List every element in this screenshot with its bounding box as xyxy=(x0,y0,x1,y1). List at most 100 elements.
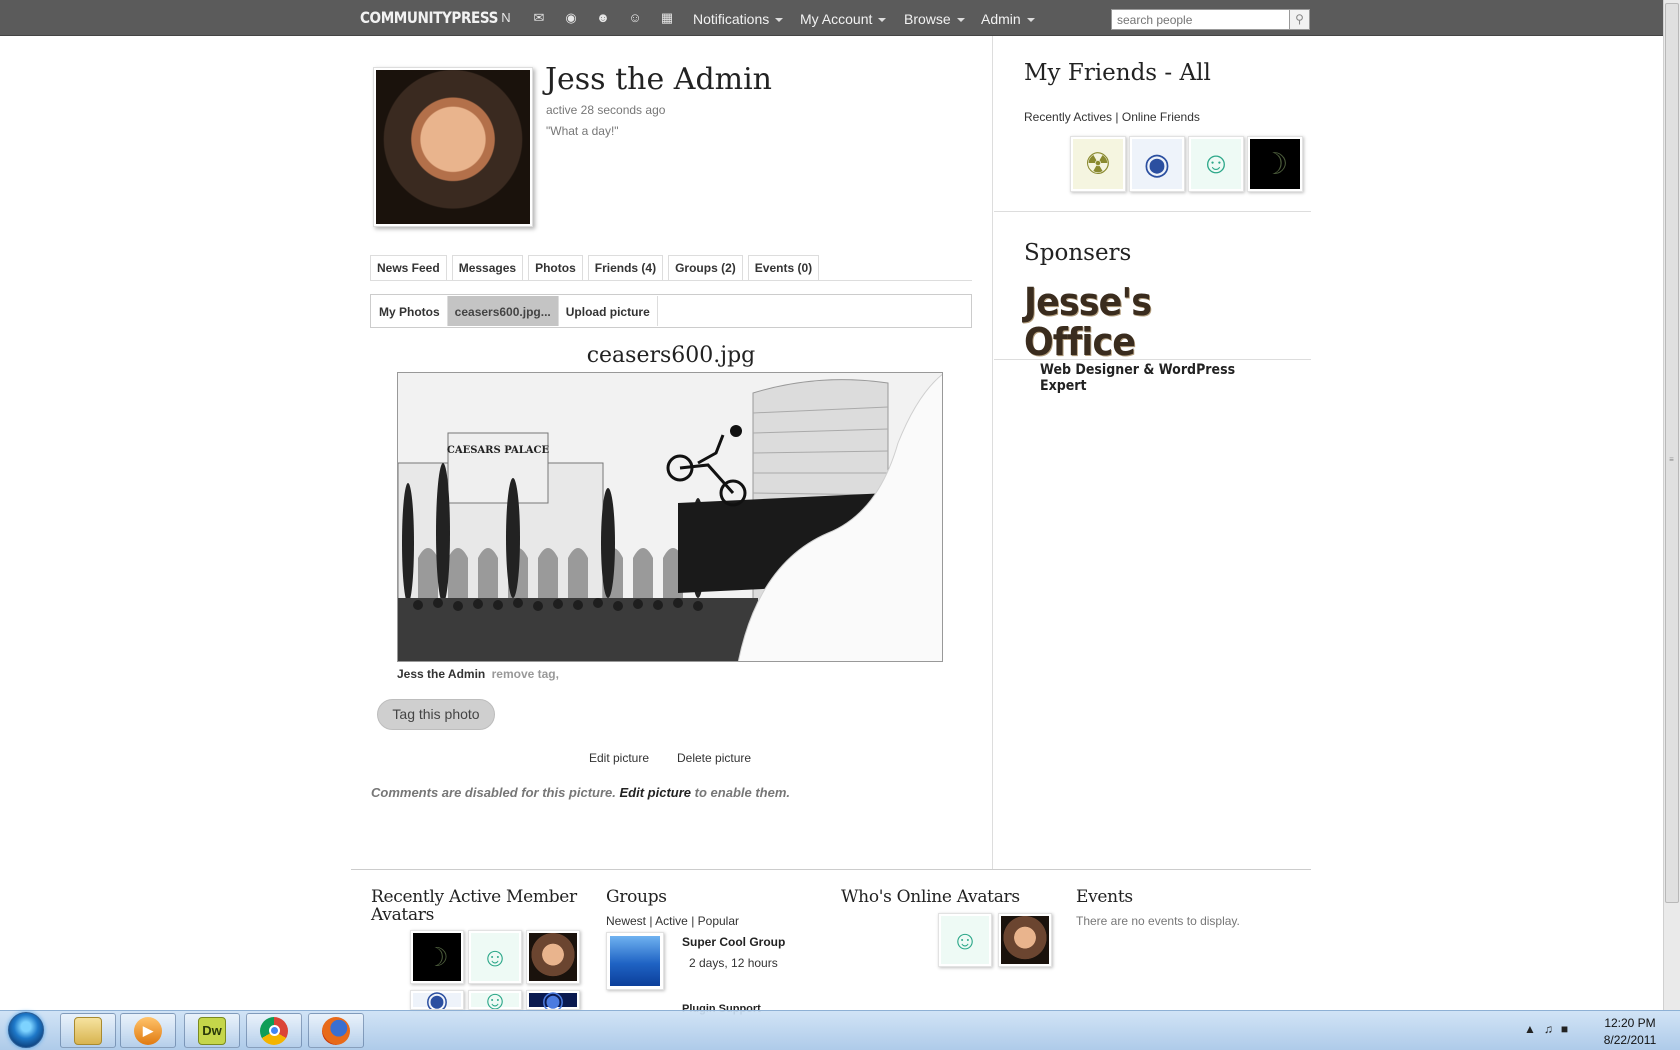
clock-time[interactable]: 12:20 PM xyxy=(1600,1016,1660,1030)
tab-groups[interactable]: Groups (2) xyxy=(668,255,743,281)
tabs-divider xyxy=(370,280,972,281)
messages-icon[interactable]: ✉ xyxy=(530,10,548,26)
member-avatar[interactable]: ☺ xyxy=(468,990,522,1010)
filter-separator: | xyxy=(691,914,695,928)
sponsor-logo-text: Jesse's Office xyxy=(1024,280,1152,364)
last-active: active 28 seconds ago xyxy=(546,103,666,117)
profile-name[interactable]: Jess the Admin xyxy=(545,62,772,97)
groups-widget-title: Groups xyxy=(606,887,667,907)
taskbar-explorer[interactable] xyxy=(60,1013,116,1048)
member-avatar[interactable]: ◉ xyxy=(526,990,580,1010)
events-widget-title: Events xyxy=(1076,887,1133,907)
caesars-sign: CAESARS PALACE xyxy=(447,445,550,456)
comments-edit-link[interactable]: Edit picture xyxy=(620,785,692,800)
monster-blue-icon: ◉ xyxy=(413,991,461,1009)
profile-tabs: News Feed Messages Photos Friends (4) Gr… xyxy=(370,255,820,281)
online-friends-link[interactable]: Online Friends xyxy=(1122,110,1200,124)
blue-orb-icon: ◉ xyxy=(529,991,577,1009)
subtab-my-photos[interactable]: My Photos xyxy=(372,296,448,326)
firefox-icon xyxy=(322,1016,350,1045)
group-last-active: 2 days, 12 hours xyxy=(689,956,778,970)
friends-icon[interactable]: ☺ xyxy=(626,10,644,26)
sidebar-divider xyxy=(994,211,1311,212)
menu-admin-label: Admin xyxy=(981,11,1021,27)
group-avatar[interactable] xyxy=(606,932,664,990)
friend-avatar[interactable]: ☢ xyxy=(1070,136,1126,192)
folder-icon xyxy=(74,1016,102,1045)
volume-icon[interactable]: ♫ xyxy=(1544,1022,1561,1036)
chevron-down-icon xyxy=(1026,18,1035,23)
online-avatar[interactable]: ☺ xyxy=(938,913,992,967)
profile-icon[interactable]: ☻ xyxy=(594,10,612,26)
tab-photos[interactable]: Photos xyxy=(528,255,583,281)
member-avatar[interactable] xyxy=(526,930,580,984)
group-name[interactable]: Super Cool Group xyxy=(682,935,785,949)
user-avatar[interactable] xyxy=(373,67,533,227)
menu-notifications[interactable]: Notifications xyxy=(693,11,784,27)
menu-my-account-label: My Account xyxy=(800,11,873,27)
user-photo-icon xyxy=(1001,916,1049,964)
avatar-image xyxy=(376,70,530,224)
menu-my-account[interactable]: My Account xyxy=(800,11,887,27)
groups-filter-popular[interactable]: Popular xyxy=(698,914,739,928)
monster-green-icon: ☺ xyxy=(471,991,519,1009)
friends-widget-title: My Friends - All xyxy=(1024,60,1211,86)
groups-filter-active[interactable]: Active xyxy=(655,914,688,928)
friend-avatar[interactable]: ☺ xyxy=(1188,136,1244,192)
taskbar-media-player[interactable]: ▶ xyxy=(120,1013,176,1048)
news-icon[interactable]: N xyxy=(497,10,515,26)
photo-image[interactable]: CAESARS PALACE xyxy=(397,372,943,662)
tab-friends[interactable]: Friends (4) xyxy=(587,255,664,281)
member-avatar[interactable]: ☺ xyxy=(468,930,522,984)
online-avatar[interactable] xyxy=(998,913,1052,967)
filter-separator: | xyxy=(1115,110,1119,124)
tab-news-feed[interactable]: News Feed xyxy=(370,255,447,281)
chrome-icon xyxy=(260,1016,288,1045)
tab-messages[interactable]: Messages xyxy=(451,255,524,281)
menu-browse[interactable]: Browse xyxy=(904,11,965,27)
member-avatar[interactable]: ☽ xyxy=(410,930,464,984)
taskbar-chrome[interactable] xyxy=(246,1013,302,1048)
user-status: "What a day!" xyxy=(546,124,619,138)
scrollbar-grip-icon: ≡ xyxy=(1669,455,1674,464)
friend-avatar[interactable]: ◉ xyxy=(1129,136,1185,192)
dreamweaver-icon: Dw xyxy=(198,1016,226,1045)
clock-date[interactable]: 8/22/2011 xyxy=(1596,1033,1664,1047)
comments-disabled-note: Comments are disabled for this picture. … xyxy=(371,785,790,800)
events-empty-message: There are no events to display. xyxy=(1076,914,1240,928)
subtab-upload-picture[interactable]: Upload picture xyxy=(559,296,658,326)
recent-members-title: Recently Active Member Avatars xyxy=(371,887,577,925)
monster-blue-icon: ◉ xyxy=(1132,139,1182,189)
recently-actives-link[interactable]: Recently Actives xyxy=(1024,110,1112,124)
start-button[interactable] xyxy=(8,1012,44,1048)
site-logo[interactable]: COMMUNITYPRESS xyxy=(360,8,498,27)
friend-avatar[interactable]: ☽ xyxy=(1247,136,1303,192)
online-avatars-title: Who's Online Avatars xyxy=(841,887,1020,907)
remove-tag-link[interactable]: remove tag, xyxy=(492,667,559,681)
chrome-center-icon xyxy=(268,1025,280,1036)
scrollbar-thumb[interactable] xyxy=(1665,3,1679,903)
chevron-down-icon xyxy=(956,18,965,23)
photos-icon[interactable]: ◉ xyxy=(562,10,580,26)
edit-picture-link[interactable]: Edit picture xyxy=(589,751,649,765)
tab-events[interactable]: Events (0) xyxy=(747,255,820,281)
network-icon[interactable]: ■ xyxy=(1561,1022,1576,1036)
sidebar-divider xyxy=(994,359,1311,360)
tray-expand-icon[interactable]: ▲ xyxy=(1524,1022,1544,1036)
tag-photo-button[interactable]: Tag this photo xyxy=(377,699,495,730)
photo-title: ceasers600.jpg xyxy=(586,343,756,368)
member-avatar[interactable]: ◉ xyxy=(410,990,464,1010)
caesars-jump-photo: CAESARS PALACE xyxy=(398,373,942,661)
taskbar-dreamweaver[interactable]: Dw xyxy=(184,1013,240,1048)
search-people-input[interactable] xyxy=(1111,9,1310,30)
tagged-user[interactable]: Jess the Admin xyxy=(397,667,485,681)
subtab-current-photo[interactable]: ceasers600.jpg... xyxy=(447,296,559,326)
menu-notifications-label: Notifications xyxy=(693,11,770,27)
delete-picture-link[interactable]: Delete picture xyxy=(677,751,751,765)
groups-filter-newest[interactable]: Newest xyxy=(606,914,646,928)
menu-admin[interactable]: Admin xyxy=(981,11,1035,27)
taskbar-firefox[interactable] xyxy=(308,1013,364,1048)
sponsor-banner[interactable]: Jesse's Office Web Designer & WordPress … xyxy=(1024,282,1264,394)
search-icon[interactable]: ⚲ xyxy=(1289,9,1310,30)
events-icon[interactable]: ▦ xyxy=(658,10,676,26)
